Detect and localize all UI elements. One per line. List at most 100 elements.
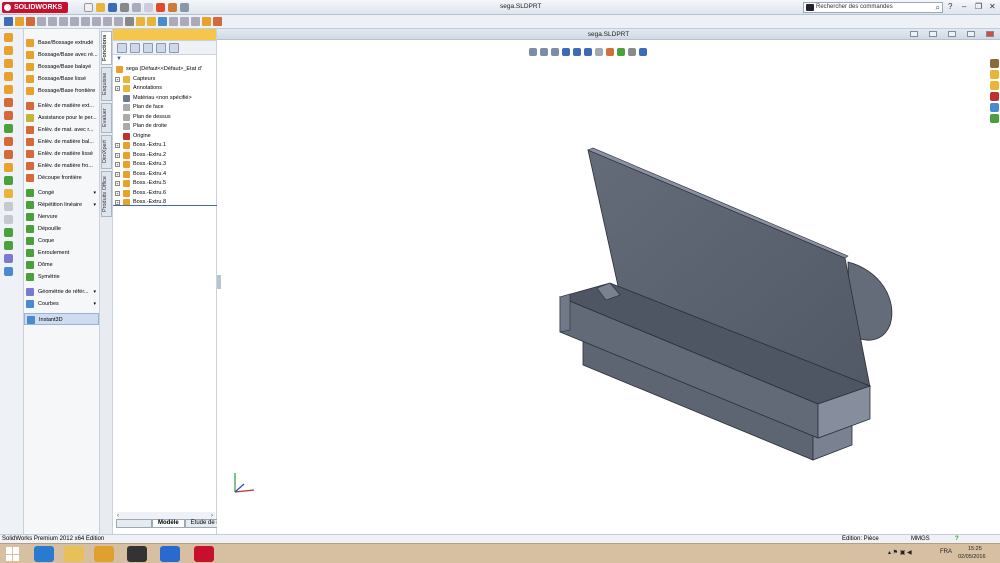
solidworks-taskbar-icon[interactable] [194,546,214,562]
fillet-icon[interactable] [4,176,13,185]
cmd-mirror[interactable]: Symétrie [24,271,99,283]
tab-modele[interactable]: Modèle [152,519,185,528]
tree-node[interactable]: + Boss.-Extru.3 [113,160,216,170]
revolved-cut-icon[interactable] [4,124,13,133]
cmd-lofted-cut[interactable]: Enlèv. de matière lissé [24,148,99,160]
tree-node[interactable]: Origine [113,132,216,142]
tab-fonctions[interactable]: Fonctions [101,31,112,65]
tree-node[interactable]: + Boss.-Extru.2 [113,151,216,161]
cmd-shell[interactable]: Coque [24,235,99,247]
tree-node[interactable]: + Boss.-Extru.4 [113,170,216,180]
sketch-icon[interactable] [4,17,13,26]
quick-snaps-icon[interactable] [213,17,222,26]
cmd-revolved-boss[interactable]: Bossage/Base avec ré... [24,49,99,61]
line-icon[interactable] [37,17,46,26]
status-units[interactable]: MMGS [911,535,930,543]
cmd-swept-cut[interactable]: Enlèv. de matière bal... [24,136,99,148]
close-button[interactable]: ✕ [989,2,996,11]
layer-icon[interactable] [136,17,145,26]
box-part[interactable] [558,147,893,461]
cmd-boundary-boss[interactable]: Bossage/Base frontière [24,85,99,97]
smart-dimension-icon[interactable] [125,17,134,26]
rebuild-icon[interactable] [156,3,165,12]
repair-icon[interactable] [202,17,211,26]
feature-tree-tab-icon[interactable] [117,43,127,53]
curves-icon[interactable] [4,267,13,276]
cmd-fillet[interactable]: Congé ▾ [24,187,99,199]
tab-dimxpert[interactable]: DimXpert [101,135,112,169]
windows-start-icon[interactable] [6,547,20,561]
tree-node[interactable]: + Annotations [113,84,216,94]
wrap-icon[interactable] [4,241,13,250]
cmd-hole-wizard[interactable]: Assistance pour le per... [24,112,99,124]
tree-node[interactable]: + Boss.-Extru.6 [113,189,216,199]
rectangle-icon[interactable] [48,17,57,26]
extruded-cut-icon[interactable] [4,98,13,107]
save-icon[interactable] [108,3,117,12]
tree-node[interactable]: Plan de dessus [113,113,216,123]
configuration-manager-tab-icon[interactable] [143,43,153,53]
tree-node[interactable]: Plan de droite [113,122,216,132]
clock-time[interactable]: 15:25 [968,546,982,552]
shell-icon[interactable] [4,228,13,237]
display-manager-tab-icon[interactable] [169,43,179,53]
relations-icon[interactable] [191,17,200,26]
cmd-revolved-cut[interactable]: Enlèv. de mat. avec r... [24,124,99,136]
boundary-boss-icon[interactable] [4,85,13,94]
cmd-swept-boss[interactable]: Bossage/Base balayé [24,61,99,73]
tree-node[interactable]: + Boss.-Extru.1 [113,141,216,151]
file-explorer-icon[interactable] [64,546,84,562]
chrome-icon[interactable] [94,546,114,562]
restore-button[interactable]: ❐ [975,2,982,11]
loft-boss-icon[interactable] [4,72,13,81]
media-player-icon[interactable] [127,546,147,562]
tab-evaluer[interactable]: Evaluer [101,103,112,133]
tree-node[interactable]: Plan de face [113,103,216,113]
cmd-rib[interactable]: Nervure [24,211,99,223]
new-document-icon[interactable] [84,3,93,12]
convert-icon[interactable] [180,17,189,26]
print-icon[interactable] [120,3,129,12]
offset-icon[interactable] [169,17,178,26]
tab-esquisse[interactable]: Esquisse [101,67,112,101]
reference-geometry-icon[interactable] [4,254,13,263]
text-icon[interactable] [103,17,112,26]
cmd-curves[interactable]: Courbes ▾ [24,298,99,310]
file-properties-icon[interactable] [168,3,177,12]
magnifier-icon[interactable]: ⌕ [936,3,940,12]
hole-wizard-icon[interactable] [4,111,13,120]
cmd-linear-pattern[interactable]: Répétition linéaire ▾ [24,199,99,211]
swept-cut-icon[interactable] [4,137,13,146]
cmd-wrap[interactable]: Enroulement [24,247,99,259]
rollback-bar[interactable] [113,205,217,206]
language-indicator[interactable]: FRA [940,549,952,555]
spline-icon[interactable] [81,17,90,26]
tray-icons[interactable]: ▴ ⚑ ▣ ◀ [888,549,912,556]
lofted-cut-icon[interactable] [4,150,13,159]
rib-icon[interactable] [4,202,13,211]
revolve-boss-icon[interactable] [4,46,13,55]
command-search[interactable]: Rechercher des commandes ⌕ [803,2,943,13]
mirror-icon[interactable] [158,17,167,26]
cmd-extruded-cut[interactable]: Enlèv. de matière ext... [24,100,99,112]
cmd-boundary-cut[interactable]: Enlèv. de matière fro... [24,160,99,172]
open-folder-icon[interactable] [96,3,105,12]
cmd-boundary-cut-2[interactable]: Découpe frontière [24,172,99,184]
tree-node[interactable]: + Capteurs [113,75,216,85]
help-icon[interactable]: ? [948,2,952,11]
clock-date[interactable]: 02/05/2016 [958,554,986,560]
instant3d-icon[interactable] [147,17,156,26]
cmd-reference-geometry[interactable]: Géométrie de référ... ▾ [24,286,99,298]
extrude-icon[interactable] [15,17,24,26]
tree-node[interactable]: + Boss.-Extru.5 [113,179,216,189]
graphics-area[interactable]: sega.SLDPRT [217,29,1000,534]
cut-icon[interactable] [26,17,35,26]
tab-produits-office[interactable]: Produits Office [101,171,112,217]
minimize-button[interactable]: – [962,2,966,11]
help-icon[interactable]: ? [955,535,959,543]
cmd-draft[interactable]: Dépouille [24,223,99,235]
dimxpert-manager-tab-icon[interactable] [156,43,166,53]
firefox-icon[interactable] [160,546,180,562]
cmd-lofted-boss[interactable]: Bossage/Base lissé [24,73,99,85]
arc-icon[interactable] [70,17,79,26]
